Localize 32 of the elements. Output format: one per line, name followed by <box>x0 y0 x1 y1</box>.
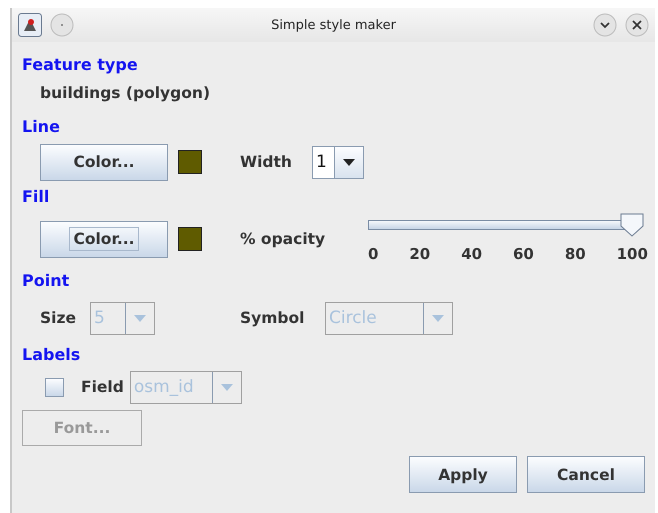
section-heading: Line <box>22 116 61 138</box>
symbol-label: Symbol <box>240 309 306 327</box>
width-label: Width <box>240 153 293 171</box>
opacity-label: % opacity <box>240 230 326 248</box>
window-title: Simple style maker <box>270 18 397 32</box>
section-heading: Point <box>22 270 70 292</box>
tick-label: 100 <box>616 245 648 263</box>
feature-type-value: buildings (polygon) <box>39 83 212 104</box>
minimize-button[interactable] <box>593 13 617 37</box>
app-icon[interactable] <box>18 13 42 37</box>
dropdown-arrow-icon <box>134 314 146 322</box>
color-button[interactable]: Color... <box>40 220 168 258</box>
tick-label: 80 <box>564 245 586 263</box>
size-label: Size <box>40 309 76 327</box>
width-dropdown[interactable]: 1 <box>312 146 364 178</box>
dropdown-arrow-icon <box>220 384 233 390</box>
dropdown-arrow-icon <box>432 314 444 322</box>
close-button[interactable] <box>625 13 649 37</box>
tick-label: 40 <box>461 245 482 263</box>
tick-label: 60 <box>513 245 534 263</box>
field-label: Field <box>81 378 124 396</box>
section-heading: Feature type <box>22 54 139 76</box>
slider-thumb[interactable] <box>620 213 644 237</box>
dialog-button[interactable]: Cancel <box>527 456 645 493</box>
dialog-button[interactable]: Apply <box>409 456 517 493</box>
color-button[interactable]: Color... <box>40 144 168 180</box>
field-checkbox[interactable] <box>45 378 64 396</box>
section-heading: Labels <box>22 344 82 366</box>
tick-label: 0 <box>368 245 378 263</box>
dropdown-arrow-icon <box>343 158 355 166</box>
tick-label: 20 <box>409 245 430 263</box>
section-heading: Fill <box>22 186 50 208</box>
